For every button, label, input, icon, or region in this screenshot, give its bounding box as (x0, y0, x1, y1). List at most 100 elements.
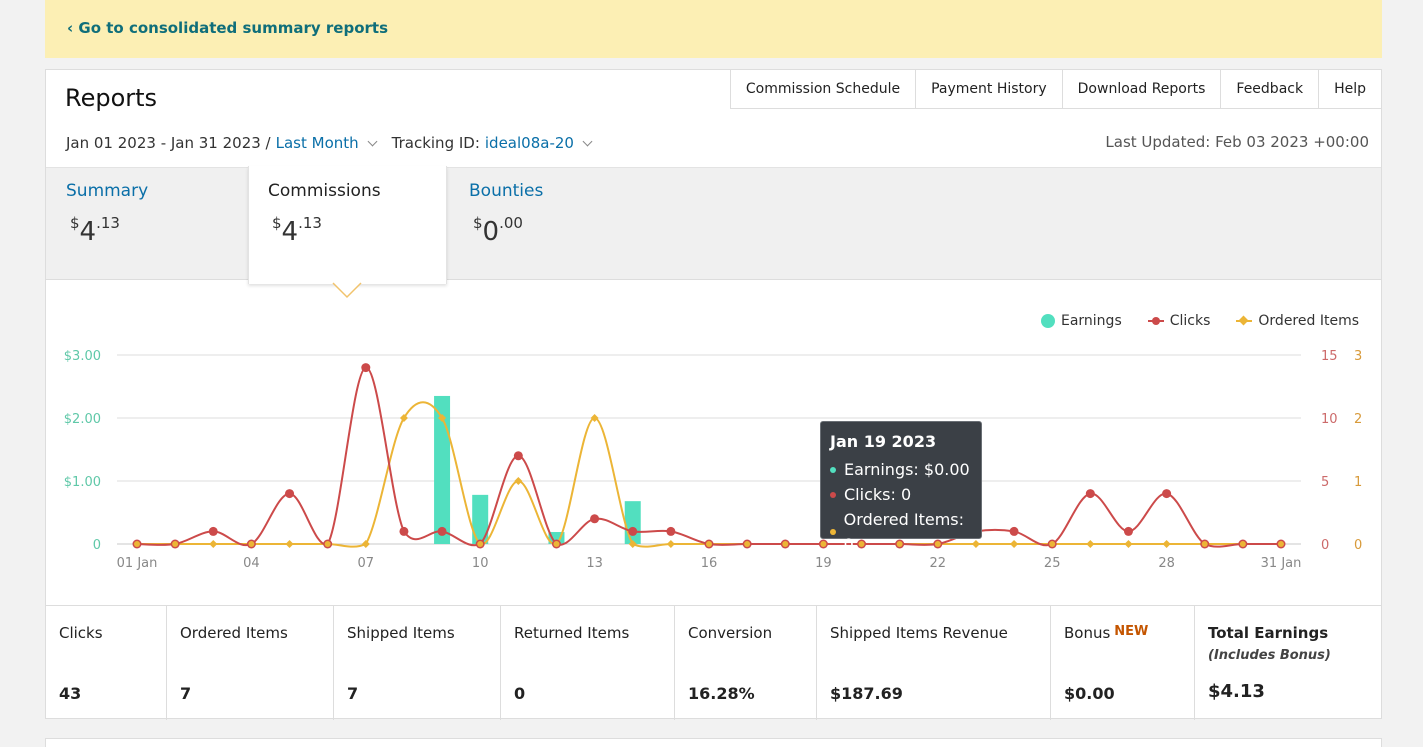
ordered-items-point-overlay (324, 541, 331, 547)
x-tick-label: 19 (815, 556, 832, 571)
y-right-ordered-tick-label: 2 (1354, 412, 1362, 427)
ordered-items-point (361, 540, 370, 548)
tab-bounties-label: Bounties (469, 181, 544, 201)
y-left-tick-label: 0 (93, 538, 101, 553)
stat-value: $187.69 (830, 684, 903, 703)
stat-label: Shipped Items Revenue (830, 624, 1008, 642)
y-right-clicks-tick-label: 15 (1321, 349, 1338, 364)
payment-history-link[interactable]: Payment History (916, 70, 1063, 109)
clicks-line (136, 366, 1281, 548)
x-tick-label: 04 (243, 556, 260, 571)
clicks-point (1009, 526, 1019, 536)
x-tick-label: 07 (358, 556, 375, 571)
chart-svg: $3.00 15 3$2.00 10 2$1.00 5 10 0 001 Jan 04 07 10 13… (64, 282, 1362, 571)
summary-amount: $4.13 (70, 214, 120, 247)
clicks-point (513, 451, 523, 461)
y-left-tick-label: $2.00 (64, 412, 101, 427)
date-range: Jan 01 2023 - Jan 31 2023 / (66, 134, 271, 152)
ordered-items-point (1010, 540, 1019, 548)
page-title: Reports (65, 84, 158, 112)
stat-sublabel: (Includes Bonus) (1208, 648, 1331, 663)
reports-panel: Reports Commission Schedule Payment Hist… (45, 69, 1382, 720)
ordered-items-point-overlay (1201, 541, 1208, 547)
stat-label: Returned Items (514, 624, 630, 642)
tracking-id-dropdown[interactable]: ideal08a-20 (485, 134, 574, 152)
ordered-items-point-overlay (744, 541, 751, 547)
clicks-point (666, 526, 676, 536)
stat-clicks: Clicks 43 (46, 606, 167, 720)
y-right-clicks-tick-label: 0 (1321, 538, 1329, 553)
stat-label: Shipped Items (347, 624, 455, 642)
chart-tooltip: Jan 19 2023 Earnings: $0.00 Clicks: 0 Or… (820, 421, 982, 554)
ordered-items-point (1162, 540, 1171, 548)
chevron-down-icon[interactable] (367, 136, 378, 147)
stat-value: 7 (180, 684, 192, 703)
tab-bounties[interactable]: Bounties $0.00 (469, 168, 649, 280)
tab-commissions-label: Commissions (268, 181, 381, 201)
stat-value: $0.00 (1064, 684, 1115, 703)
stat-ordered-items: Ordered Items 7 (167, 606, 334, 720)
clicks-swatch (1147, 316, 1164, 326)
tab-summary[interactable]: Summary $4.13 (66, 168, 246, 280)
ordered-items-point-overlay (248, 541, 255, 547)
report-tabs: Summary $4.13 Commissions $4.13 Bounties… (46, 166, 1381, 284)
stat-total-earnings: Total Earnings (Includes Bonus) $4.13 (1195, 606, 1381, 720)
ordered-items-point-overlay (1239, 541, 1246, 547)
chevron-down-icon[interactable] (582, 136, 593, 147)
earnings-swatch (1040, 314, 1055, 328)
tab-summary-label: Summary (66, 181, 149, 201)
ordered-items-point-overlay (1278, 541, 1284, 547)
y-right-ordered-tick-label: 0 (1354, 538, 1362, 553)
stats-row: Clicks 43 Ordered Items 7 Shipped Items … (46, 605, 1381, 720)
ordered-items-line (137, 401, 1281, 548)
tab-commissions[interactable]: Commissions $4.13 (248, 166, 447, 284)
stat-label: Conversion (688, 624, 773, 642)
stat-value: 16.28% (688, 684, 755, 703)
legend-ordered-items[interactable]: Ordered Items (1236, 313, 1359, 329)
stat-label: Bonus NEW (1064, 624, 1149, 642)
ordered-items-point (514, 477, 523, 485)
ordered-items-swatch (1236, 315, 1253, 326)
consolidated-summary-link[interactable]: ‹ Go to consolidated summary reports (67, 19, 388, 37)
y-right-ordered-tick-label: 3 (1354, 349, 1362, 364)
feedback-link[interactable]: Feedback (1221, 70, 1320, 109)
y-right-ordered-tick-label: 1 (1354, 475, 1362, 490)
x-tick-label: 16 (701, 556, 718, 571)
legend-clicks-label: Clicks (1169, 313, 1211, 329)
stat-value: $4.13 (1208, 681, 1265, 702)
bounties-amount: $0.00 (473, 214, 523, 247)
ordered-items-point-overlay (820, 541, 827, 547)
tooltip-earnings: Earnings: $0.00 (830, 457, 972, 482)
stat-returned-items: Returned Items 0 (501, 606, 675, 720)
tooltip-date: Jan 19 2023 (830, 432, 937, 451)
ordered-items-point (971, 540, 980, 548)
tooltip-clicks: Clicks: 0 (830, 482, 972, 507)
legend-clicks[interactable]: Clicks (1147, 313, 1211, 329)
ordered-items-point-overlay (1049, 541, 1056, 547)
report-nav: Commission Schedule Payment History Down… (729, 70, 1381, 109)
stat-label: Clicks (59, 624, 103, 642)
ordered-items-point (1086, 540, 1095, 548)
commission-schedule-link[interactable]: Commission Schedule (730, 70, 917, 109)
chart-legend: Earnings Clicks Ordered Items (1040, 313, 1359, 329)
clicks-point (1123, 526, 1133, 536)
stat-shipped-items: Shipped Items 7 (334, 606, 501, 720)
y-left-tick-label: $1.00 (64, 475, 101, 490)
next-panel (45, 738, 1382, 747)
download-reports-link[interactable]: Download Reports (1062, 70, 1222, 109)
earnings-bar (624, 501, 641, 544)
x-tick-label: 28 (1158, 556, 1175, 571)
help-link[interactable]: Help (1319, 70, 1381, 109)
x-tick-label: 31 Jan (1261, 556, 1302, 571)
clicks-point (628, 526, 638, 536)
x-tick-label: 10 (472, 556, 489, 571)
clicks-point (1162, 489, 1172, 499)
stat-value: 0 (514, 684, 526, 703)
clicks-point (437, 526, 447, 536)
tooltip-ordered: Ordered Items: 0 (830, 507, 972, 557)
last-updated: Last Updated: Feb 03 2023 +00:00 (1105, 133, 1369, 151)
y-left-tick-label: $3.00 (64, 349, 101, 364)
x-tick-label: 13 (586, 556, 603, 571)
legend-earnings[interactable]: Earnings (1040, 313, 1122, 329)
period-dropdown[interactable]: Last Month (276, 134, 359, 152)
